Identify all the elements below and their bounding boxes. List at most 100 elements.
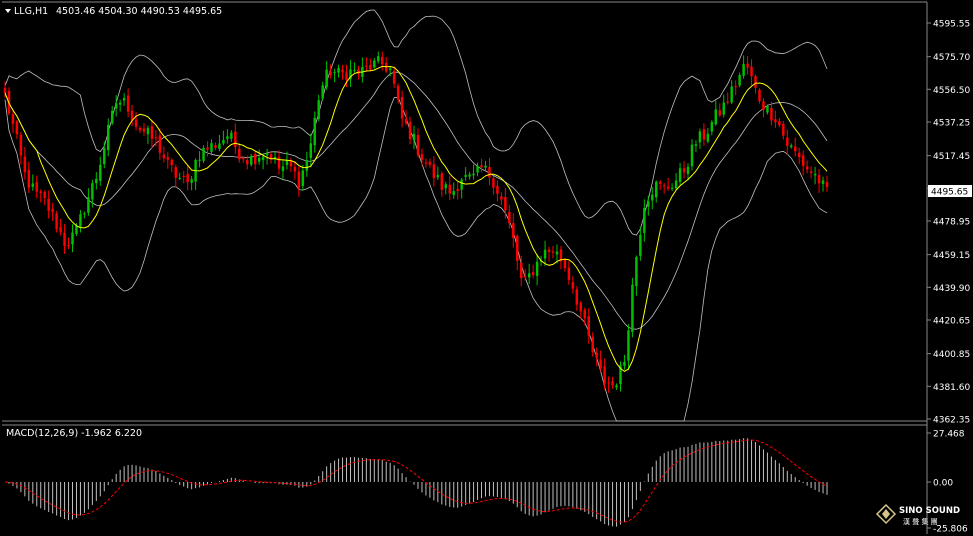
- candle-body: [107, 124, 110, 151]
- candle-body: [797, 152, 801, 158]
- candle-body: [337, 68, 340, 73]
- candle-body: [118, 102, 122, 105]
- candle-body: [404, 118, 408, 124]
- macd-tick-label: 27.468: [933, 430, 965, 440]
- candle-body: [234, 131, 237, 148]
- candle-body: [543, 249, 547, 259]
- candle-body: [369, 64, 372, 70]
- candle-body: [770, 107, 773, 121]
- candle-body: [730, 86, 733, 103]
- candle-body: [786, 137, 789, 146]
- candle-body: [285, 160, 289, 166]
- candle-body: [662, 185, 666, 187]
- candle-body: [448, 184, 451, 194]
- candle-body: [758, 89, 761, 102]
- candle-body: [126, 95, 130, 112]
- candle-body: [472, 173, 475, 176]
- candle-body: [95, 178, 98, 184]
- candle-body: [83, 213, 86, 215]
- candle-body: [19, 134, 23, 156]
- candle-body: [388, 68, 392, 70]
- candle-body: [635, 257, 638, 287]
- candle-body: [309, 143, 312, 158]
- candle-body: [754, 76, 757, 88]
- candle-body: [790, 145, 793, 148]
- candle-body: [103, 148, 106, 165]
- candle-body: [47, 198, 50, 211]
- candle-body: [512, 223, 515, 238]
- candle-body: [313, 117, 316, 146]
- candle-body: [444, 184, 448, 189]
- candle-body: [643, 207, 646, 233]
- candle-body: [738, 75, 741, 86]
- candle-body: [706, 133, 710, 142]
- candle-body: [420, 154, 424, 161]
- candle-body: [424, 162, 428, 164]
- candle-body: [488, 166, 491, 178]
- candle-body: [261, 156, 265, 161]
- candle-body: [766, 105, 769, 113]
- candle-body: [222, 139, 225, 144]
- candle-body: [782, 123, 785, 136]
- candle-body: [377, 56, 380, 62]
- candle-body: [655, 181, 658, 198]
- candle-body: [27, 169, 31, 188]
- candle-body: [742, 63, 745, 76]
- price-tick-label: 4575.70: [933, 53, 970, 63]
- candle-body: [432, 164, 436, 179]
- candle-body: [166, 157, 170, 160]
- candle-body: [508, 211, 511, 224]
- candle-body: [63, 232, 66, 246]
- candle-body: [110, 110, 114, 124]
- candle-body: [3, 87, 7, 93]
- candle-body: [345, 72, 348, 81]
- candle-body: [281, 166, 285, 171]
- candle-body: [527, 273, 531, 278]
- candle-body: [381, 56, 384, 65]
- ohlc-readout: 4503.46 4504.30 4490.53 4495.65: [56, 6, 222, 17]
- candle-body: [762, 101, 765, 110]
- candle-body: [599, 359, 602, 369]
- candle-body: [440, 173, 444, 190]
- candle-body: [484, 165, 487, 168]
- macd-label: MACD(12,26,9) -1.962 6.220: [6, 428, 142, 439]
- logo-subtitle: 漢 聲 集 團: [903, 517, 938, 526]
- price-chart[interactable]: 4595.554575.704556.504537.254517.454498.…: [0, 0, 973, 536]
- candle-body: [658, 181, 662, 184]
- candle-body: [293, 167, 297, 172]
- current-price-label: 4495.65: [931, 188, 968, 198]
- candle-body: [595, 352, 598, 358]
- candle-body: [516, 235, 519, 261]
- candle-body: [718, 110, 722, 116]
- candle-body: [563, 260, 567, 268]
- candle-body: [750, 66, 753, 77]
- candle-body: [611, 381, 614, 386]
- candle-body: [825, 181, 829, 188]
- candle-body: [436, 175, 440, 178]
- candle-body: [694, 144, 698, 146]
- candle-body: [452, 191, 455, 196]
- price-tick-label: 4420.65: [933, 317, 970, 327]
- candle-body: [11, 114, 15, 124]
- candle-body: [774, 119, 777, 123]
- candle-body: [710, 121, 714, 132]
- candle-body: [607, 382, 610, 384]
- candle-body: [722, 102, 725, 115]
- candle-body: [647, 201, 650, 207]
- candle-body: [571, 282, 575, 289]
- candle-body: [79, 214, 82, 228]
- candle-body: [226, 136, 229, 139]
- candle-body: [746, 63, 749, 68]
- logo-name: SINO SOUND: [899, 506, 960, 516]
- candle-body: [114, 103, 118, 109]
- candle-body: [794, 146, 797, 152]
- candle-body: [627, 330, 630, 361]
- candle-body: [154, 137, 158, 139]
- candle-body: [686, 166, 690, 174]
- candle-body: [801, 155, 805, 166]
- candle-body: [277, 157, 281, 169]
- candle-body: [182, 175, 185, 177]
- candle-body: [496, 185, 499, 194]
- candle-body: [43, 191, 46, 198]
- candle-body: [75, 225, 78, 234]
